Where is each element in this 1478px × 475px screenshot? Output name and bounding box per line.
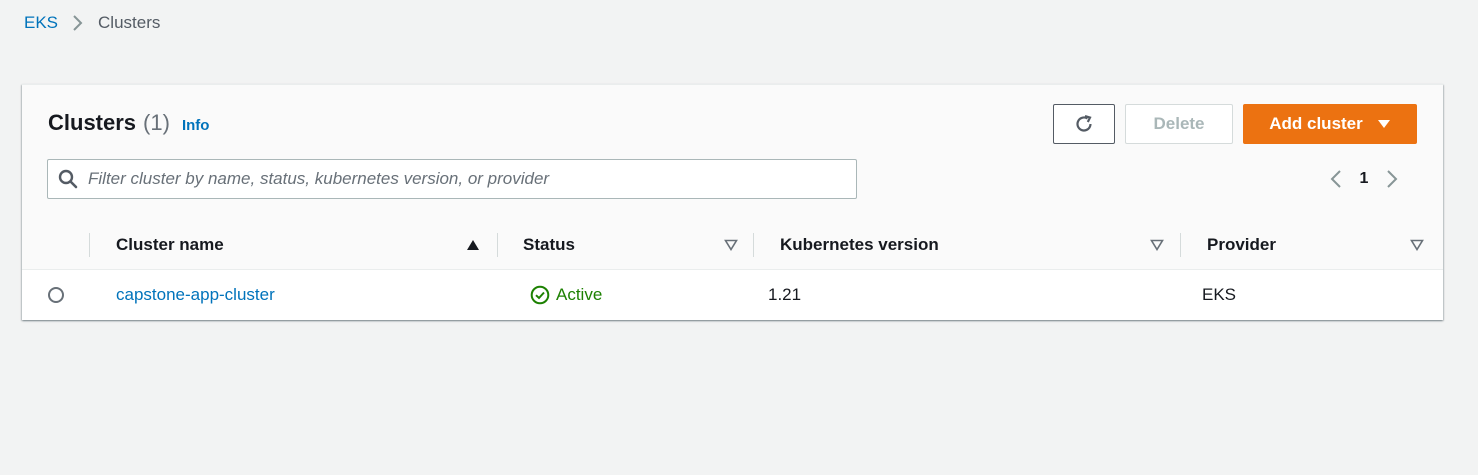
delete-button[interactable]: Delete (1125, 104, 1233, 144)
page-number[interactable]: 1 (1349, 170, 1379, 188)
column-header-kubernetes-version[interactable]: Kubernetes version (780, 220, 939, 269)
panel-title: Clusters (48, 110, 137, 135)
table-header: Cluster name Status Kubernetes version P… (22, 220, 1443, 270)
panel-header: Clusters (1) Info Delete Add cluster Fil… (22, 85, 1443, 221)
status-badge: Active (530, 285, 602, 305)
check-circle-icon (530, 285, 550, 305)
cluster-name-cell: capstone-app-cluster (116, 270, 275, 320)
sort-unsorted-icon[interactable] (1410, 220, 1424, 269)
delete-button-label: Delete (1153, 114, 1205, 133)
column-header-status[interactable]: Status (523, 220, 575, 269)
status-cell: Active (530, 270, 602, 320)
breadcrumb-current: Clusters (98, 13, 161, 32)
search-input[interactable] (88, 169, 828, 189)
sort-unsorted-icon[interactable] (1150, 220, 1164, 269)
chevron-left-icon[interactable] (1323, 169, 1349, 189)
breadcrumb-eks-link[interactable]: EKS (24, 13, 58, 33)
row-select-cell (48, 270, 64, 320)
column-header-cluster-name[interactable]: Cluster name (116, 220, 224, 269)
refresh-icon (1073, 113, 1095, 135)
table-row[interactable]: capstone-app-cluster Active 1.21 EKS (22, 270, 1443, 320)
row-radio-button[interactable] (48, 287, 64, 303)
pagination: 1 (1323, 165, 1405, 193)
add-cluster-button[interactable]: Add cluster (1243, 104, 1417, 144)
search-icon (58, 169, 78, 189)
caret-down-icon (1377, 119, 1391, 129)
clusters-panel: Clusters (1) Info Delete Add cluster Fil… (22, 84, 1443, 320)
cluster-name-link[interactable]: capstone-app-cluster (116, 285, 275, 305)
column-divider (1180, 233, 1181, 257)
column-divider (753, 233, 754, 257)
search-box (47, 159, 857, 199)
page-title: Clusters (1) Info (48, 110, 209, 136)
status-text: Active (556, 285, 603, 304)
breadcrumb: EKS Clusters (24, 12, 160, 34)
chevron-right-icon (72, 14, 84, 32)
column-header-provider[interactable]: Provider (1207, 220, 1276, 269)
info-link[interactable]: Info (182, 117, 210, 134)
sort-ascending-icon[interactable] (466, 220, 480, 269)
kubernetes-version-cell: 1.21 (768, 285, 802, 304)
chevron-right-icon[interactable] (1379, 169, 1405, 189)
column-divider (497, 233, 498, 257)
refresh-button[interactable] (1053, 104, 1115, 144)
sort-unsorted-icon[interactable] (724, 220, 738, 269)
provider-cell: EKS (1202, 285, 1237, 304)
cluster-count: (1) (143, 110, 170, 135)
add-cluster-label: Add cluster (1269, 114, 1363, 133)
column-divider (89, 233, 90, 257)
